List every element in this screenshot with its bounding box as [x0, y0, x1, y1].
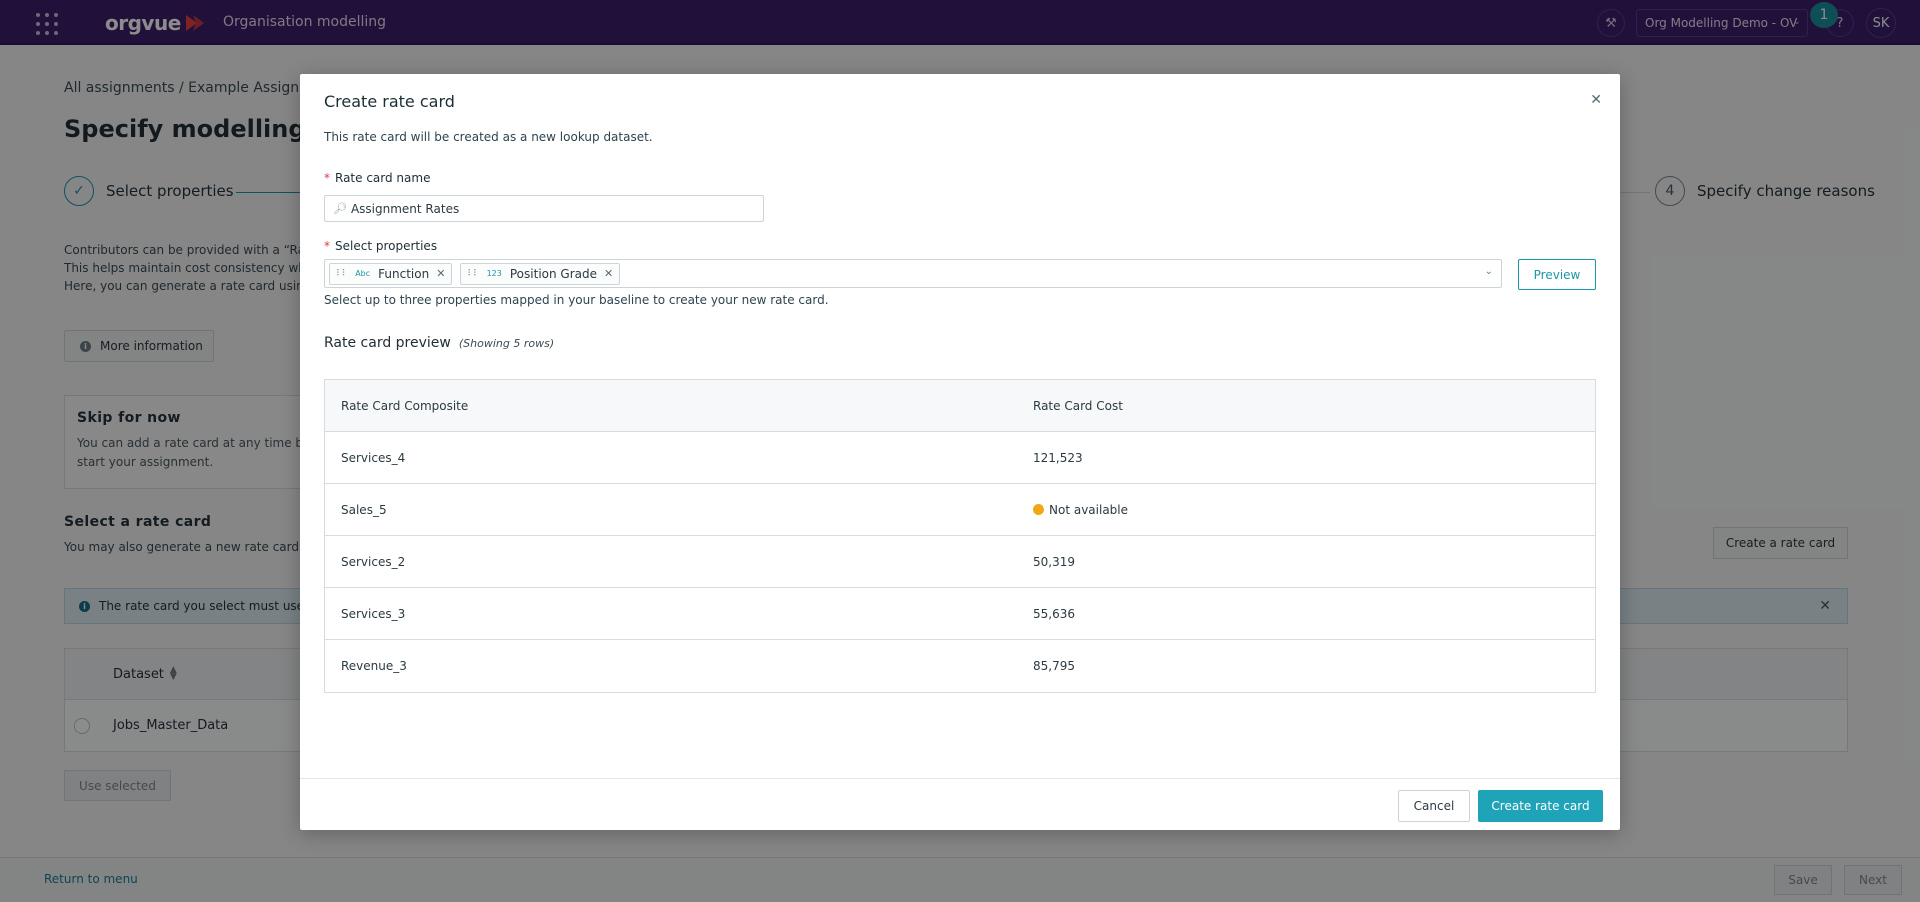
cost-value: Not available — [1049, 502, 1129, 517]
drag-handle-icon[interactable]: ⠇⠇ — [467, 269, 479, 279]
preview-row-count: (Showing 5 rows) — [458, 337, 555, 350]
close-icon[interactable]: ✕ — [1590, 92, 1602, 108]
label-text: Select properties — [335, 239, 438, 253]
composite-cell: Revenue_3 — [341, 659, 407, 673]
composite-cell: Sales_5 — [341, 502, 387, 517]
required-asterisk: * — [324, 171, 330, 185]
table-row: Services_3 55,636 — [325, 588, 1595, 640]
table-row: Services_2 50,319 — [325, 536, 1595, 588]
remove-chip-icon[interactable]: ✕ — [604, 267, 613, 280]
cost-cell: 50,319 — [1033, 554, 1075, 569]
column-header: Rate Card Cost — [1033, 398, 1123, 413]
remove-chip-icon[interactable]: ✕ — [436, 267, 445, 280]
cost-cell: 55,636 — [1033, 606, 1075, 621]
properties-help-text: Select up to three properties mapped in … — [324, 293, 829, 307]
rate-card-name-input[interactable]: 🔎︎ Assignment Rates — [324, 195, 764, 222]
warning-icon — [1033, 504, 1044, 515]
cost-cell: 121,523 — [1033, 450, 1083, 465]
preview-button[interactable]: Preview — [1518, 259, 1596, 290]
preview-heading: Rate card preview (Showing 5 rows) — [324, 335, 554, 351]
modal-footer: Cancel Create rate card — [300, 778, 1620, 830]
table-row: Sales_5 Not available — [325, 484, 1595, 536]
search-icon: 🔎︎ — [333, 202, 347, 215]
chevron-down-icon[interactable]: ⌄ — [1485, 266, 1493, 277]
number-type-icon: 123 — [486, 269, 502, 278]
table-header: Rate Card Composite Rate Card Cost — [325, 380, 1595, 432]
property-chip-function[interactable]: ⠇⠇ Abc Function ✕ — [329, 262, 453, 285]
cost-cell: 85,795 — [1033, 659, 1075, 673]
preview-heading-label: Rate card preview — [324, 335, 451, 351]
text-type-icon: Abc — [355, 269, 371, 278]
properties-multiselect[interactable]: ⠇⠇ Abc Function ✕ ⠇⠇ 123 Position Grade … — [324, 259, 1502, 288]
column-header: Rate Card Composite — [341, 398, 469, 413]
table-row: Services_4 121,523 — [325, 432, 1595, 484]
create-rate-card-modal: Create rate card ✕ This rate card will b… — [300, 74, 1620, 830]
label-text: Rate card name — [335, 171, 431, 185]
rate-card-preview-table: Rate Card Composite Rate Card Cost Servi… — [324, 379, 1596, 693]
composite-cell: Services_2 — [341, 554, 406, 569]
property-chip-position-grade[interactable]: ⠇⠇ 123 Position Grade ✕ — [460, 262, 621, 285]
cancel-button[interactable]: Cancel — [1398, 790, 1470, 822]
chip-label: Position Grade — [509, 266, 597, 281]
select-properties-label: * Select properties — [324, 239, 437, 253]
cost-cell: Not available — [1033, 503, 1595, 517]
composite-cell: Services_4 — [341, 450, 406, 465]
table-row: Revenue_3 85,795 — [325, 640, 1595, 692]
create-rate-card-submit-button[interactable]: Create rate card — [1478, 790, 1603, 822]
chip-label: Function — [378, 266, 430, 281]
modal-description: This rate card will be created as a new … — [324, 130, 653, 144]
composite-cell: Services_3 — [341, 606, 406, 621]
required-asterisk: * — [324, 239, 330, 253]
drag-handle-icon[interactable]: ⠇⠇ — [336, 269, 348, 279]
rate-card-name-value: Assignment Rates — [350, 201, 460, 216]
modal-title: Create rate card — [324, 92, 455, 111]
rate-card-name-label: * Rate card name — [324, 171, 430, 185]
